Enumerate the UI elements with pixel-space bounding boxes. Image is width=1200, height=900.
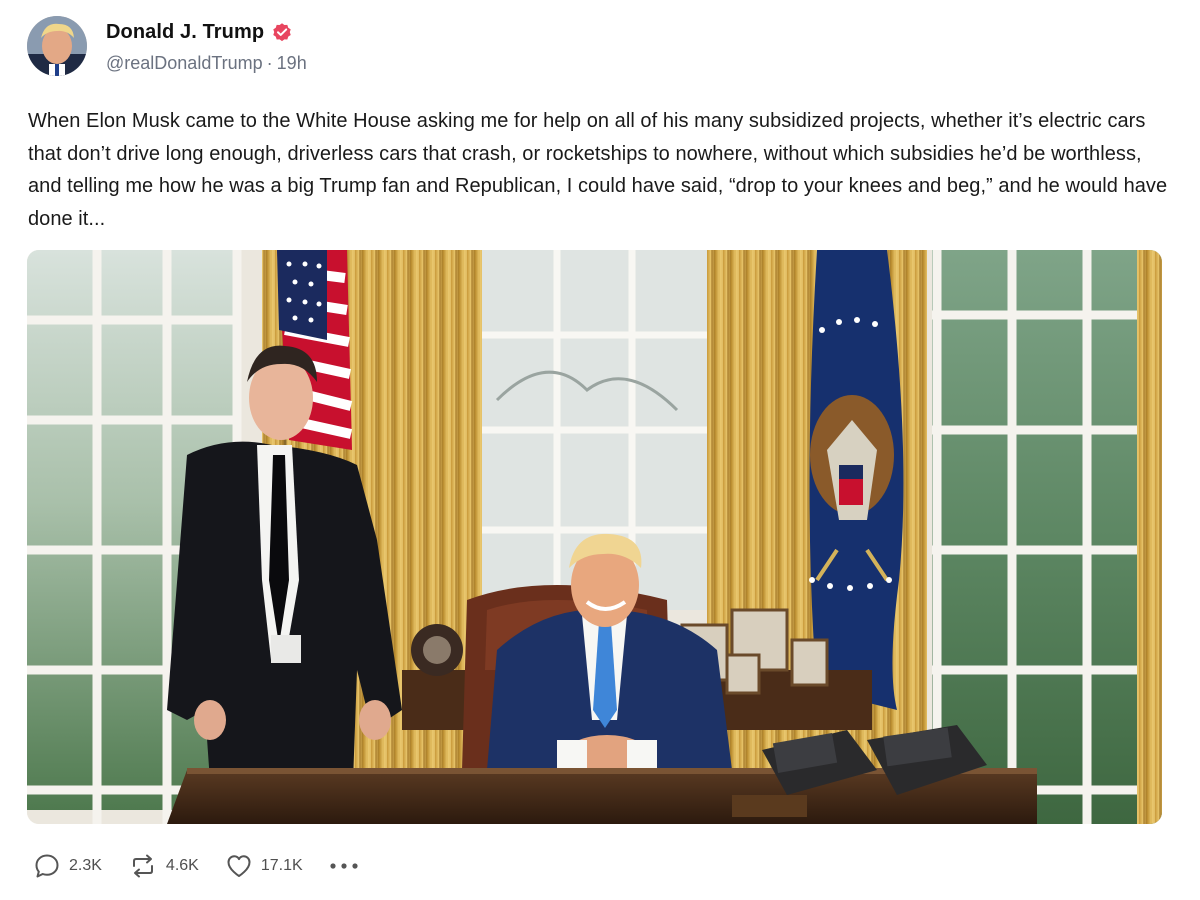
repost-count: 4.6K xyxy=(165,857,199,874)
verified-badge-icon xyxy=(271,21,293,43)
oval-office-photo xyxy=(27,250,1162,824)
repost-arrows-icon xyxy=(132,854,153,878)
meta-separator: · xyxy=(266,53,273,73)
post-timestamp[interactable]: 19h xyxy=(277,53,307,73)
heart-icon xyxy=(227,855,251,877)
author-meta: Donald J. Trump @realDonaldTrump · 19h xyxy=(106,16,307,74)
reply-count: 2.3K xyxy=(69,857,102,874)
more-options-button[interactable] xyxy=(329,861,359,871)
post-text: When Elon Musk came to the White House a… xyxy=(28,110,1168,230)
author-handle[interactable]: @realDonaldTrump xyxy=(106,53,263,73)
avatar-image xyxy=(27,16,87,76)
like-button[interactable]: 17.1K xyxy=(225,852,303,880)
author-name[interactable]: Donald J. Trump xyxy=(106,21,264,44)
author-avatar[interactable] xyxy=(27,16,87,76)
post-header: Donald J. Trump @realDonaldTrump · 19h xyxy=(27,16,307,76)
like-count: 17.1K xyxy=(260,857,303,874)
ellipsis-icon xyxy=(330,863,358,869)
reply-button[interactable]: 2.3K xyxy=(33,852,102,880)
repost-button[interactable]: 4.6K xyxy=(128,852,199,880)
post-photo[interactable] xyxy=(27,250,1162,824)
post-actions: 2.3K 4.6K 17.1K xyxy=(33,852,359,880)
author-handle-row: @realDonaldTrump · 19h xyxy=(106,53,307,74)
author-name-row: Donald J. Trump xyxy=(106,18,307,46)
speech-bubble-icon xyxy=(35,854,59,878)
post-card: Donald J. Trump @realDonaldTrump · 19h Whe… xyxy=(0,0,1200,900)
